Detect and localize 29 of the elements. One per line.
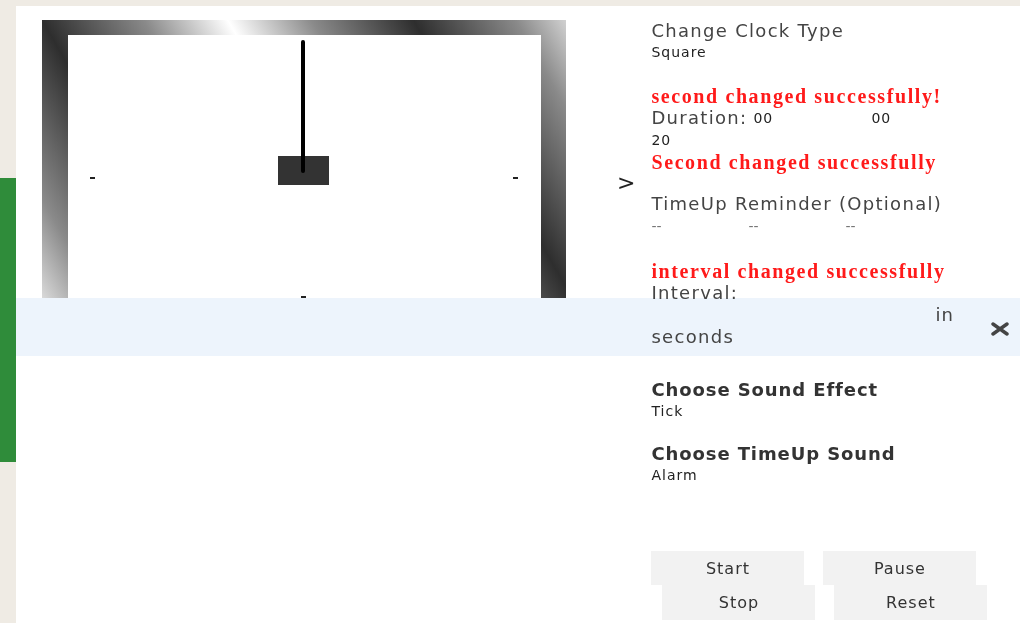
field-label: Change Clock Type — [651, 20, 845, 42]
dropdown-value[interactable]: Alarm — [651, 465, 1006, 485]
time-field[interactable]: 20 — [651, 129, 770, 151]
close-icon[interactable] — [990, 322, 1010, 336]
clock-hub — [278, 156, 329, 185]
time-field[interactable]: -- — [748, 215, 846, 237]
action-button[interactable]: Reset — [834, 585, 988, 620]
field-label: TimeUp Reminder (Optional) — [651, 193, 943, 215]
expand-toggle[interactable]: > — [617, 172, 636, 194]
action-button[interactable]: Start — [651, 551, 805, 585]
success-message: interval changed successfully — [651, 260, 947, 282]
tick-mark — [90, 177, 95, 179]
unit-text: seconds — [651, 326, 735, 348]
section-heading: Choose Sound Effect — [651, 379, 879, 401]
dropdown-value[interactable]: Square — [651, 42, 1006, 62]
unit-text: in — [934, 304, 955, 326]
time-field[interactable]: 00 — [871, 107, 990, 129]
time-field[interactable]: -- — [845, 215, 943, 237]
section-heading: Choose TimeUp Sound — [651, 443, 896, 465]
action-button[interactable]: Stop — [662, 585, 816, 620]
action-button[interactable]: Pause — [823, 551, 977, 585]
field-label: Interval: — [651, 282, 739, 304]
time-field[interactable]: 00 — [753, 107, 872, 129]
success-message: second changed successfully! — [651, 85, 943, 107]
tick-mark — [513, 177, 518, 179]
success-message: Second changed successfully — [651, 151, 938, 173]
time-field[interactable]: -- — [651, 215, 749, 237]
field-label: Duration: — [651, 107, 748, 129]
dropdown-value[interactable]: Tick — [651, 401, 1006, 421]
